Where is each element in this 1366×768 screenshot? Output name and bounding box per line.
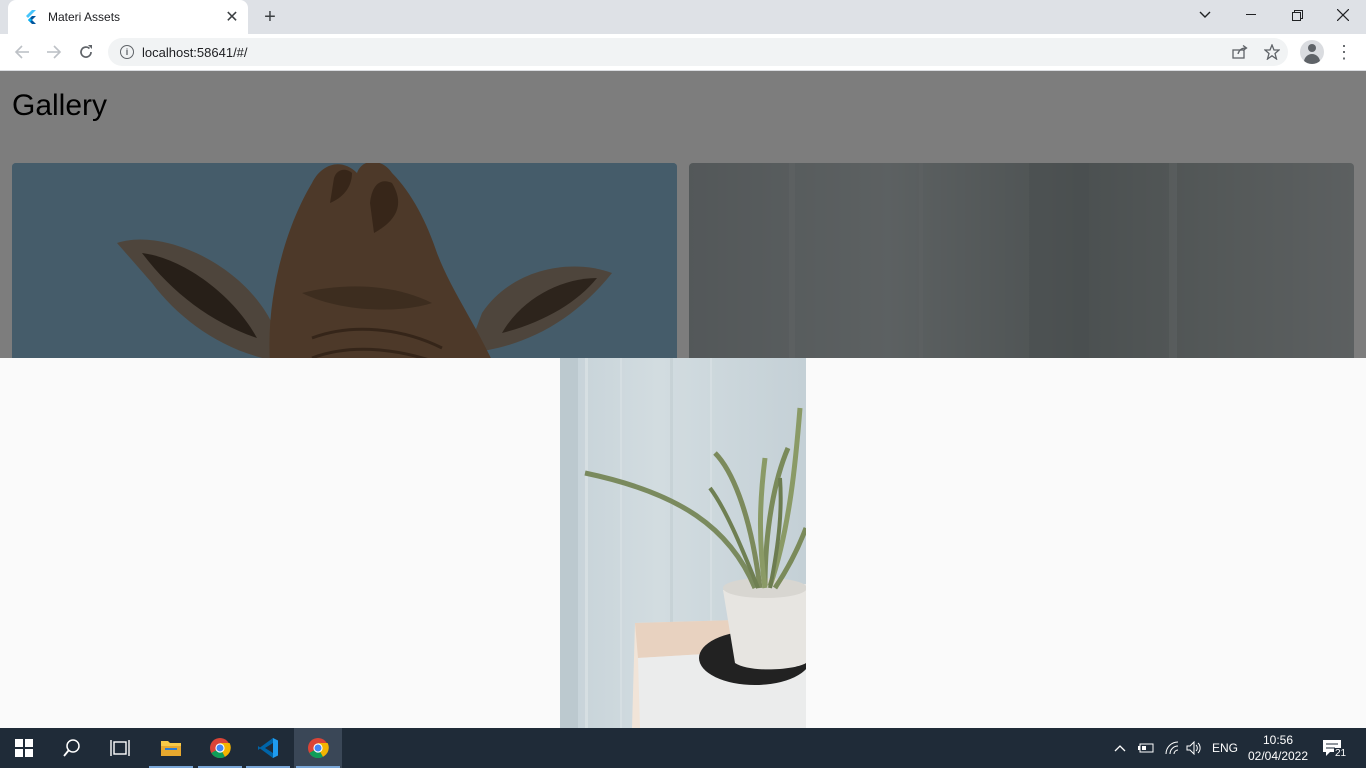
tab-search-button[interactable]	[1182, 0, 1228, 30]
chevron-up-icon	[1114, 745, 1126, 752]
system-clock[interactable]: 10:56 02/04/2022	[1240, 732, 1316, 764]
task-view-icon	[110, 740, 130, 756]
url-text: localhost:58641/#/	[142, 44, 248, 60]
image-viewer	[0, 358, 1366, 728]
clock-date: 02/04/2022	[1247, 749, 1309, 763]
task-view-button[interactable]	[96, 728, 144, 768]
minimize-button[interactable]	[1228, 0, 1274, 30]
start-button[interactable]	[0, 728, 48, 768]
flutter-icon	[22, 9, 38, 25]
restore-button[interactable]	[1274, 0, 1320, 30]
notifications-button[interactable]: 21	[1322, 728, 1352, 768]
browser-toolbar: i localhost:58641/#/ ⋮	[0, 34, 1366, 71]
aloe-plant-image	[560, 358, 806, 728]
reload-icon	[80, 45, 92, 58]
app-page: Gallery	[0, 71, 1366, 728]
windows-taskbar: ENG 10:56 02/04/2022 21	[0, 728, 1366, 768]
arrow-left-icon	[14, 45, 29, 59]
taskbar-chrome[interactable]	[196, 728, 244, 768]
arrow-right-icon	[47, 45, 62, 59]
show-hidden-icons-button[interactable]	[1114, 728, 1132, 768]
profile-avatar[interactable]	[1300, 40, 1324, 64]
new-tab-button[interactable]: +	[258, 5, 282, 29]
search-button[interactable]	[48, 728, 96, 768]
minimize-icon	[1246, 14, 1256, 15]
close-tab-icon[interactable]: ✕	[222, 7, 242, 27]
plant-photo[interactable]	[560, 358, 806, 728]
taskbar-chrome-active[interactable]	[294, 728, 342, 768]
input-language[interactable]: ENG	[1212, 728, 1238, 768]
chrome-icon	[308, 738, 329, 759]
search-icon	[63, 739, 80, 757]
taskbar-file-explorer[interactable]	[147, 728, 195, 768]
reload-button[interactable]	[72, 38, 100, 66]
browser-tab-strip: Materi Assets ✕ +	[0, 0, 1366, 34]
browser-menu-icon[interactable]: ⋮	[1334, 38, 1354, 66]
taskbar-vscode[interactable]	[244, 728, 292, 768]
windows-logo-icon	[15, 739, 33, 757]
vscode-icon	[258, 738, 278, 758]
info-icon[interactable]: i	[120, 45, 134, 59]
wifi-icon[interactable]	[1164, 728, 1182, 768]
chevron-down-icon	[1199, 11, 1211, 18]
tab-title: Materi Assets	[48, 10, 121, 24]
close-icon	[1337, 9, 1349, 21]
notification-count: 21	[1334, 748, 1348, 759]
chrome-icon	[210, 738, 231, 759]
back-button[interactable]	[8, 38, 36, 66]
battery-icon[interactable]	[1138, 728, 1156, 768]
bookmark-star-icon[interactable]	[1258, 38, 1286, 66]
close-window-button[interactable]	[1320, 0, 1366, 30]
folder-icon	[161, 741, 181, 756]
browser-tab[interactable]: Materi Assets ✕	[8, 0, 248, 34]
person-icon	[1308, 44, 1316, 52]
address-bar[interactable]: i localhost:58641/#/	[108, 38, 1288, 66]
forward-button[interactable]	[40, 38, 68, 66]
volume-icon[interactable]	[1186, 728, 1204, 768]
share-icon[interactable]	[1226, 38, 1254, 66]
restore-icon	[1291, 9, 1303, 21]
clock-time: 10:56	[1262, 733, 1294, 747]
modal-scrim[interactable]	[0, 71, 1366, 358]
